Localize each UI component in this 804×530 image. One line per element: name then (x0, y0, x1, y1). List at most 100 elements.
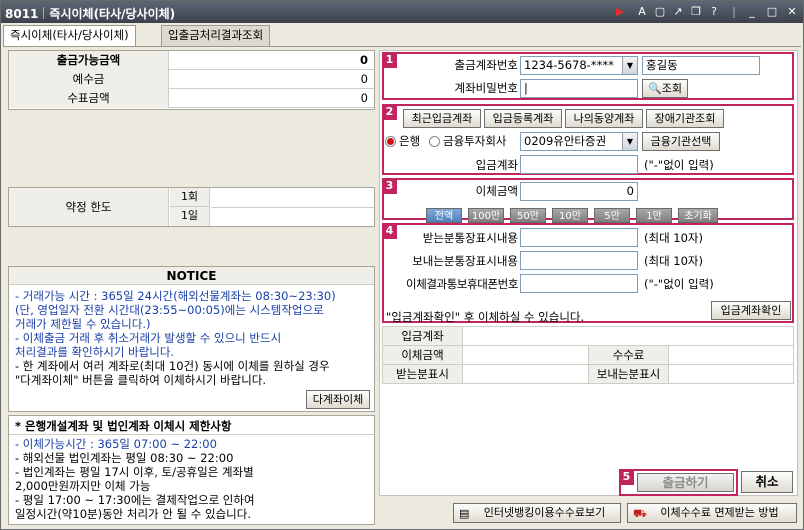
my-accounts-button[interactable]: 나의동양계좌 (565, 109, 643, 128)
account-value: 1234-5678-**** (524, 58, 614, 72)
radio-bank-label: 은행 (399, 134, 421, 148)
section-badge: 2 (382, 104, 397, 120)
restriction-title: * 은행개설계좌 및 법인계좌 이체시 제한사항 (15, 419, 232, 433)
limit-daily-label: 1일 (170, 207, 210, 226)
amount-100k-button[interactable]: 10만 (552, 208, 588, 223)
institution-value: 0209유안타증권 (524, 134, 607, 148)
balance-label: 예수금 (9, 70, 169, 89)
amount-all-button[interactable]: 전액 (426, 208, 462, 223)
cancel-button[interactable]: 취소 (741, 471, 793, 493)
fee-exempt-button[interactable]: ⛟ 이체수수료 면제받는 방법 (627, 503, 797, 523)
summary-amount-value (463, 346, 589, 365)
maximize-icon[interactable]: □ (765, 5, 779, 19)
restriction-panel: * 은행개설계좌 및 법인계좌 이체시 제한사항 - 이체가능시간 : 365일… (8, 415, 375, 525)
amount-50k-button[interactable]: 5만 (594, 208, 630, 223)
institution-select[interactable]: 0209유안타증권 ▼ (520, 132, 638, 151)
deposit-account-label: 입금계좌 (475, 158, 518, 172)
deposit-hint: ("-"없이 입력) (644, 158, 714, 172)
section-amount: 3 이체금액 0 전액 100만 50만 10만 5만 1만 초기화 (382, 178, 794, 223)
summary-fee-label: 수수료 (589, 346, 669, 365)
lookup-button[interactable]: 🔍조회 (642, 79, 688, 98)
chevron-down-icon[interactable]: ▼ (622, 57, 637, 74)
summary-receiver-value (463, 365, 589, 384)
summary-deposit-value (463, 327, 794, 346)
font-icon[interactable]: A (635, 5, 649, 19)
notice-title: NOTICE (9, 267, 374, 285)
password-input[interactable]: | (520, 79, 638, 98)
deposit-account-input[interactable] (520, 155, 638, 174)
recent-deposit-button[interactable]: 최근입금계좌 (403, 109, 481, 128)
restriction-line: 일정시간(약10분)동안 처리가 안 될 수 있습니다. (15, 507, 251, 521)
search-icon: 🔍 (648, 82, 662, 95)
tab-result-lookup[interactable]: 입출금처리결과조회 (161, 25, 271, 46)
receiver-memo-hint: (최대 10자) (644, 231, 704, 245)
screen-title: 즉시이체(타사/당사이체) (49, 7, 176, 21)
account-label: 출금계좌번호 (454, 58, 518, 72)
receiver-memo-input[interactable] (520, 228, 638, 247)
summary-deposit-label: 입금계좌 (383, 327, 463, 346)
car-icon: ⛟ (633, 507, 647, 520)
minimize-icon[interactable]: _ (745, 5, 759, 19)
tab-instant-transfer[interactable]: 즉시이체(타사/당사이체) (3, 25, 136, 47)
section-execute: 5 출금하기 (619, 469, 738, 496)
password-label: 계좌비밀번호 (454, 81, 518, 95)
sender-memo-label: 보내는분통장표시내용 (412, 254, 518, 268)
amount-input[interactable]: 0 (520, 182, 638, 201)
balance-value: 0 (359, 53, 368, 67)
withdraw-button[interactable]: 출금하기 (637, 473, 734, 492)
limit-label: 약정 한도 (9, 188, 169, 226)
link-icon[interactable]: ↗ (671, 5, 685, 19)
summary-grid: 입금계좌 이체금액 수수료 받는분표시 보내는분표시 (382, 326, 794, 384)
sender-memo-hint: (최대 10자) (644, 254, 704, 268)
sender-memo-input[interactable] (520, 251, 638, 270)
summary-amount-label: 이체금액 (383, 346, 463, 365)
receiver-memo-label: 받는분통장표시내용 (422, 231, 518, 245)
phone-label: 이체결과통보휴대폰번호 (406, 277, 518, 291)
balance-value: 0 (360, 91, 368, 105)
title-bar: 8011 즉시이체(타사/당사이체) ▶ A ▢ ↗ ❐ ? | _ □ ✕ (1, 1, 803, 23)
memo-icon[interactable]: ▢ (653, 5, 667, 19)
section-withdraw-account: 1 출금계좌번호 1234-5678-**** ▼ 홍길동 계좌비밀번호 | 🔍… (382, 52, 794, 100)
section-memo: 4 받는분통장표시내용 (최대 10자) 보내는분통장표시내용 (최대 10자)… (382, 223, 794, 324)
amount-500k-button[interactable]: 50만 (510, 208, 546, 223)
radio-invest-label: 금융투자회사 (443, 134, 507, 148)
balance-label: 출금가능금액 (9, 51, 169, 70)
section-badge: 3 (382, 178, 397, 194)
multi-transfer-button[interactable]: 다계좌이체 (306, 390, 370, 409)
radio-bank[interactable] (385, 136, 396, 147)
fee-view-button[interactable]: ▤ 인터넷뱅킹이용수수료보기 (453, 503, 621, 523)
balance-value: 0 (360, 72, 368, 86)
balance-row: 출금가능금액 0 (9, 51, 374, 70)
radio-invest[interactable] (429, 136, 440, 147)
help-icon[interactable]: ? (707, 5, 721, 19)
notice-panel: NOTICE - 거래가능 시간 : 365일 24시간(해외선물계좌는 08:… (8, 266, 375, 412)
amount-10k-button[interactable]: 1만 (636, 208, 672, 223)
limit-panel: 약정 한도 1회 1일 (8, 187, 375, 227)
summary-sender-value (669, 365, 794, 384)
close-icon[interactable]: ✕ (785, 5, 799, 19)
section-badge: 1 (382, 52, 397, 68)
outage-lookup-button[interactable]: 장애기관조회 (646, 109, 724, 128)
balance-panel: 출금가능금액 0 예수금 0 수표금액 0 (8, 50, 375, 110)
balance-row: 수표금액 0 (9, 89, 374, 108)
window-icon[interactable]: ❐ (689, 5, 703, 19)
deposit-confirm-button[interactable]: 입금계좌확인 (711, 301, 791, 320)
confirm-note: "입금계좌확인" 후 이체하실 수 있습니다. (386, 310, 585, 324)
account-select[interactable]: 1234-5678-**** ▼ (520, 56, 638, 75)
fee-view-label: 인터넷뱅킹이용수수료보기 (483, 506, 606, 519)
receipt-icon: ▤ (459, 507, 470, 520)
app-window: 8011 즉시이체(타사/당사이체) ▶ A ▢ ↗ ❐ ? | _ □ ✕ 즉시… (0, 0, 804, 530)
window-title: 8011 즉시이체(타사/당사이체) (5, 5, 175, 22)
tab-bar: 즉시이체(타사/당사이체) 입출금처리결과조회 (3, 25, 801, 47)
amount-1m-button[interactable]: 100만 (468, 208, 504, 223)
notice-line: "다계좌이체" 버튼을 클릭하여 이체하시기 바랍니다. (15, 373, 267, 387)
registered-deposit-button[interactable]: 입금등록계좌 (484, 109, 562, 128)
institution-select-button[interactable]: 금융기관선택 (642, 132, 720, 151)
play-icon[interactable]: ▶ (613, 5, 627, 19)
amount-reset-button[interactable]: 초기화 (678, 208, 718, 223)
summary-receiver-label: 받는분표시 (383, 365, 463, 384)
fee-exempt-label: 이체수수료 면제받는 방법 (660, 506, 779, 519)
phone-input[interactable] (520, 274, 638, 293)
amount-label: 이체금액 (475, 184, 518, 198)
chevron-down-icon[interactable]: ▼ (622, 133, 637, 150)
